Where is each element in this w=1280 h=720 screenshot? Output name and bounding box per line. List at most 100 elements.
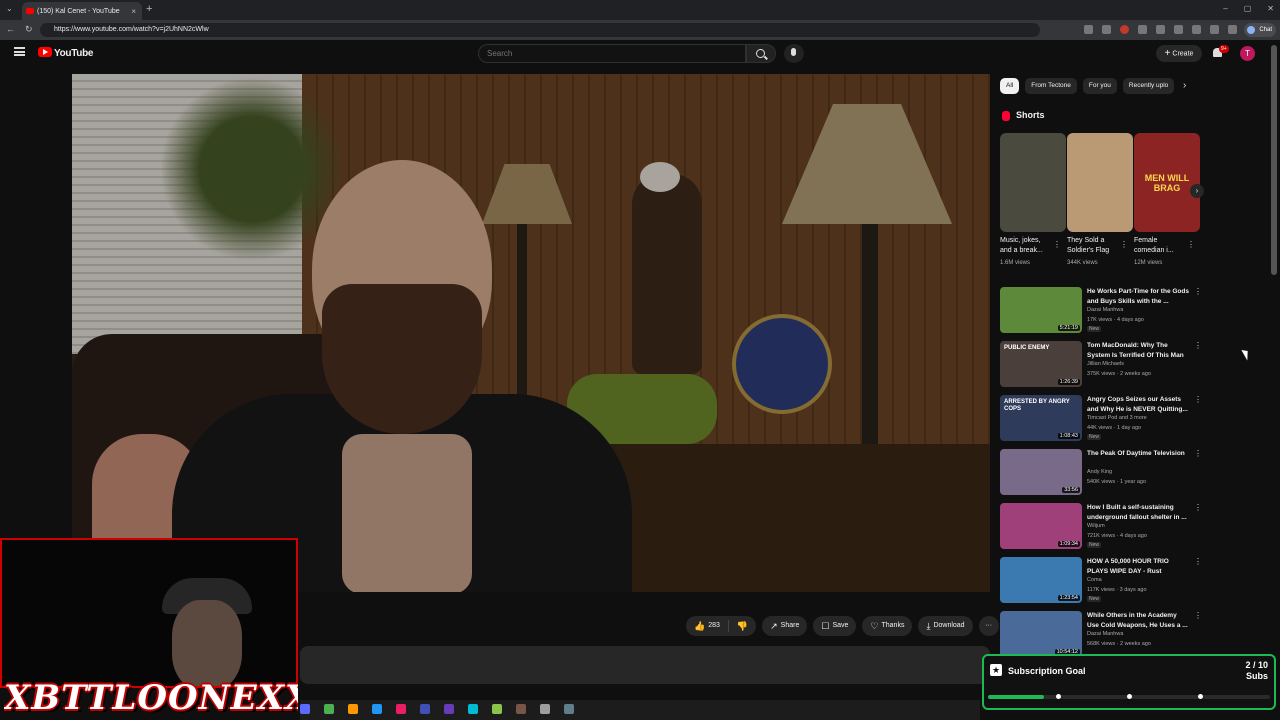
extension-icon[interactable]: [1084, 25, 1093, 34]
extension-icon[interactable]: [1192, 25, 1201, 34]
taskbar-app-icon[interactable]: [372, 704, 382, 714]
description-box[interactable]: [300, 646, 990, 684]
video-title[interactable]: HOW A 50,000 HOUR TRIO PLAYS WIPE DAY - …: [1087, 557, 1189, 576]
short-thumbnail[interactable]: MEN WILL BRAG: [1134, 133, 1200, 232]
scrollbar-thumb[interactable]: [1271, 45, 1277, 275]
browser-tab[interactable]: (150) Kal Cenet - YouTube ×: [22, 2, 142, 20]
hamburger-menu-icon[interactable]: [14, 47, 25, 56]
channel-name[interactable]: Jillian Michaels: [1087, 361, 1124, 367]
chips-next-chevron-icon[interactable]: ›: [1183, 80, 1186, 91]
video-title[interactable]: While Others in the Academy Use Cold Wea…: [1087, 611, 1189, 630]
short-thumbnail[interactable]: [1000, 133, 1066, 232]
short-title[interactable]: Music, jokes, and a break...: [1000, 236, 1052, 256]
short-title[interactable]: They Sold a Soldier's Flag: [1067, 236, 1119, 256]
video-thumbnail[interactable]: 33:56: [1000, 449, 1082, 495]
dislike-button[interactable]: 👎: [729, 616, 756, 636]
address-bar[interactable]: https://www.youtube.com/watch?v=j2UhNN2c…: [40, 23, 1040, 37]
extension-icon[interactable]: [1156, 25, 1165, 34]
recommendation-item[interactable]: 33:56 The Peak Of Daytime Television Andy …: [1000, 449, 1202, 497]
like-button[interactable]: 👍 283: [686, 616, 728, 636]
tab-list-chevron-icon[interactable]: ⌄: [6, 4, 13, 13]
filter-chip[interactable]: All: [1000, 78, 1020, 94]
video-menu-icon[interactable]: ⋮: [1194, 287, 1202, 296]
taskbar-app-icon[interactable]: [396, 704, 406, 714]
maximize-icon[interactable]: ▢: [1244, 4, 1252, 13]
tab-close-icon[interactable]: ×: [131, 7, 136, 16]
recommendation-item[interactable]: 1:23:54 HOW A 50,000 HOUR TRIO PLAYS WIPE…: [1000, 557, 1202, 605]
thanks-button[interactable]: ♡ Thanks: [862, 616, 913, 636]
share-button[interactable]: ↗ Share: [762, 616, 808, 636]
video-thumbnail[interactable]: 1:23:54: [1000, 557, 1082, 603]
reload-icon[interactable]: ↻: [25, 24, 33, 35]
short-thumbnail[interactable]: [1067, 133, 1133, 232]
taskbar-app-icon[interactable]: [324, 704, 334, 714]
recommendation-item[interactable]: PUBLIC ENEMY 1:26:39 Tom MacDonald: Why Th…: [1000, 341, 1202, 389]
extension-icon[interactable]: [1228, 25, 1237, 34]
extension-icon[interactable]: [1120, 25, 1129, 34]
recommendation-item[interactable]: 5:21:19 He Works Part-Time for the Gods a…: [1000, 287, 1202, 335]
short-title[interactable]: Female comedian i...: [1134, 236, 1186, 256]
more-actions-button[interactable]: ···: [978, 616, 999, 636]
taskbar-app-icon[interactable]: [516, 704, 526, 714]
account-avatar[interactable]: T: [1240, 46, 1255, 61]
voice-search-mic-icon[interactable]: [784, 44, 804, 63]
bookmark-star-icon[interactable]: [1102, 25, 1111, 34]
recommendation-item[interactable]: 10:54:12 While Others in the Academy Use …: [1000, 611, 1202, 659]
save-button[interactable]: ☐ Save: [813, 616, 857, 636]
taskbar-app-icon[interactable]: [348, 704, 358, 714]
video-menu-icon[interactable]: ⋮: [1194, 341, 1202, 350]
short-menu-icon[interactable]: ⋮: [1187, 240, 1195, 249]
video-title[interactable]: Angry Cops Seizes our Assets and Why He …: [1087, 395, 1189, 414]
channel-name[interactable]: Andy King: [1087, 469, 1112, 475]
youtube-wordmark[interactable]: YouTube: [54, 48, 94, 59]
recommendation-item[interactable]: 1:09:34 How I Built a self-sustaining und…: [1000, 503, 1202, 551]
video-menu-icon[interactable]: ⋮: [1194, 503, 1202, 512]
taskbar-app-icon[interactable]: [468, 704, 478, 714]
short-menu-icon[interactable]: ⋮: [1053, 240, 1061, 249]
taskbar-app-icon[interactable]: [564, 704, 574, 714]
recommendation-item[interactable]: ARRESTED BY ANGRY COPS 1:08:43 Angry Cops …: [1000, 395, 1202, 443]
video-title[interactable]: The Peak Of Daytime Television: [1087, 449, 1189, 459]
channel-name[interactable]: Timcast Pod and 3 more: [1087, 415, 1147, 421]
search-input[interactable]: [478, 44, 746, 63]
close-window-icon[interactable]: ✕: [1267, 4, 1274, 13]
browser-profile-button[interactable]: Chat: [1244, 23, 1276, 37]
taskbar-app-icon[interactable]: [420, 704, 430, 714]
video-thumbnail[interactable]: ARRESTED BY ANGRY COPS 1:08:43: [1000, 395, 1082, 441]
download-icon[interactable]: [1210, 25, 1219, 34]
new-tab-button[interactable]: +: [146, 3, 152, 15]
channel-name[interactable]: Wilijum: [1087, 523, 1105, 529]
filter-chip[interactable]: Recently uplo: [1122, 78, 1175, 94]
back-icon[interactable]: ←: [6, 24, 15, 35]
video-menu-icon[interactable]: ⋮: [1194, 611, 1202, 620]
youtube-logo-icon[interactable]: [38, 47, 52, 57]
extension-icon[interactable]: [1138, 25, 1147, 34]
video-menu-icon[interactable]: ⋮: [1194, 395, 1202, 404]
filter-chip[interactable]: For you: [1082, 78, 1117, 94]
video-thumbnail[interactable]: 5:21:19: [1000, 287, 1082, 333]
taskbar-app-icon[interactable]: [444, 704, 454, 714]
video-thumbnail[interactable]: 1:09:34: [1000, 503, 1082, 549]
short-menu-icon[interactable]: ⋮: [1120, 240, 1128, 249]
shorts-next-chevron-icon[interactable]: ›: [1190, 184, 1204, 198]
video-title[interactable]: Tom MacDonald: Why The System Is Terrifi…: [1087, 341, 1189, 360]
channel-name[interactable]: Dazai Manhwa: [1087, 307, 1123, 313]
taskbar-app-icon[interactable]: [540, 704, 550, 714]
video-thumbnail[interactable]: PUBLIC ENEMY 1:26:39: [1000, 341, 1082, 387]
minimize-icon[interactable]: –: [1223, 4, 1227, 13]
taskbar-app-icon[interactable]: [300, 704, 310, 714]
video-menu-icon[interactable]: ⋮: [1194, 557, 1202, 566]
search-button[interactable]: [746, 44, 776, 63]
extension-icon[interactable]: [1174, 25, 1183, 34]
filter-chip[interactable]: From Tectone: [1025, 78, 1077, 94]
download-button[interactable]: ⤓ Download: [918, 616, 973, 636]
taskbar-app-icon[interactable]: [492, 704, 502, 714]
video-title[interactable]: How I Built a self-sustaining undergroun…: [1087, 503, 1189, 522]
video-menu-icon[interactable]: ⋮: [1194, 449, 1202, 458]
channel-name[interactable]: Dazai Manhwa: [1087, 631, 1123, 637]
channel-name[interactable]: Coma: [1087, 577, 1102, 583]
video-player[interactable]: [72, 74, 990, 592]
video-title[interactable]: He Works Part-Time for the Gods and Buys…: [1087, 287, 1189, 306]
create-button[interactable]: + Create: [1156, 45, 1202, 62]
video-thumbnail[interactable]: 10:54:12: [1000, 611, 1082, 657]
